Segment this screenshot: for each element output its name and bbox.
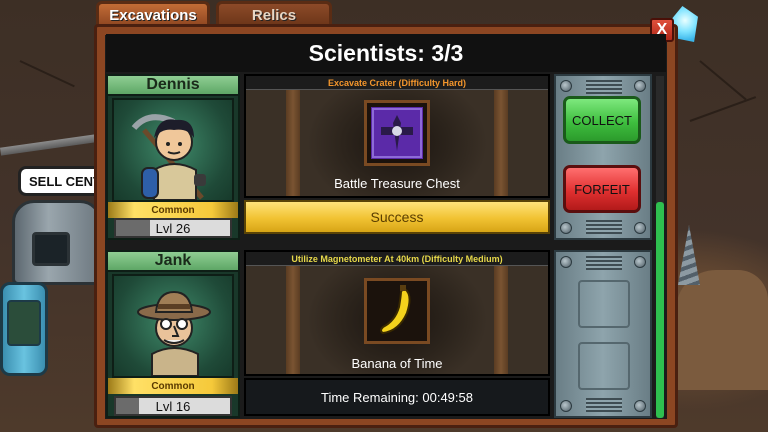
reward-name: Battle Treasure Chest — [334, 176, 460, 191]
rock-mound — [676, 270, 768, 390]
page-title: Scientists: 3/3 — [106, 34, 666, 72]
forfeit-button[interactable]: FORFEIT — [563, 165, 641, 213]
banana-icon — [380, 285, 411, 335]
scientist-portrait — [112, 274, 234, 378]
panel-plate — [578, 342, 630, 390]
panel-plate — [578, 280, 630, 328]
rarity-badge: Common — [108, 202, 238, 218]
machine-screen — [7, 300, 41, 346]
reward-slot[interactable] — [364, 100, 430, 166]
reward-name: Banana of Time — [351, 356, 443, 371]
miner-portrait-icon — [131, 114, 206, 201]
scientist-portrait — [112, 98, 234, 202]
collect-button[interactable]: COLLECT — [563, 96, 641, 144]
shopkeeper-window — [32, 232, 70, 266]
bolt — [560, 256, 572, 268]
level-label: Lvl 16 — [155, 398, 191, 414]
mission-panel: Utilize Magnetometer At 40km (Difficulty… — [244, 250, 550, 376]
battle-treasure-chest-icon — [371, 107, 423, 159]
vent — [586, 256, 622, 270]
mission-panel: Excavate Crater (Difficulty Hard) Battle… — [244, 74, 550, 198]
scrollbar[interactable] — [656, 76, 664, 418]
time-remaining: Time Remaining: 00:49:58 — [244, 378, 550, 416]
scientist-card-jank[interactable]: Jank Common Lvl 16 — [106, 250, 240, 418]
mission-title: Excavate Crater (Difficulty Hard) — [246, 76, 548, 90]
bolt — [634, 400, 646, 412]
reward-slot[interactable] — [364, 278, 430, 344]
bolt — [634, 80, 646, 92]
vent — [586, 398, 622, 412]
mission-status-success[interactable]: Success — [244, 200, 550, 234]
level-label: Lvl 26 — [155, 220, 191, 236]
mission-title: Utilize Magnetometer At 40km (Difficulty… — [246, 252, 548, 266]
action-panel-empty — [554, 250, 652, 418]
level-bar: Lvl 16 — [114, 396, 232, 416]
scientist-name: Jank — [108, 252, 238, 272]
scientist-name: Dennis — [108, 76, 238, 96]
bolt — [560, 222, 572, 234]
bolt — [634, 256, 646, 268]
bolt — [560, 400, 572, 412]
xp-fill — [116, 220, 151, 236]
vent — [586, 220, 622, 234]
level-bar: Lvl 26 — [114, 218, 232, 238]
explorer-portrait-icon — [137, 290, 211, 377]
xp-fill — [116, 398, 139, 414]
sell-center-sign[interactable]: SELL CENT — [18, 166, 102, 196]
rarity-badge: Common — [108, 378, 238, 394]
scientist-card-dennis[interactable]: Dennis Common Lvl 26 — [106, 74, 240, 240]
scrollbar-thumb[interactable] — [656, 202, 664, 418]
vent — [586, 80, 622, 94]
bolt — [560, 80, 572, 92]
bolt — [634, 222, 646, 234]
